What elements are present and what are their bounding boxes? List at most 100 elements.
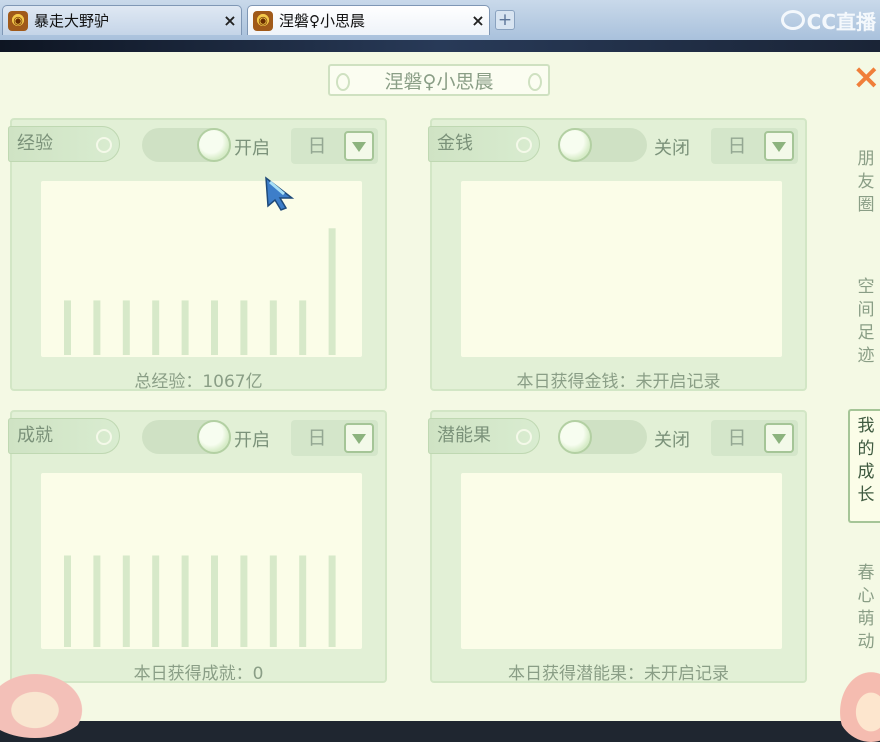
chart-bar	[122, 555, 130, 647]
achievement-bars	[64, 555, 336, 647]
toggle-knob	[558, 128, 592, 162]
chart-bar	[240, 555, 248, 647]
chart-bar	[181, 555, 189, 647]
game-avatar-icon: ◉	[8, 10, 28, 31]
chart-bar	[152, 555, 160, 647]
side-tab-char: 足	[857, 323, 875, 343]
chart-bar	[122, 300, 130, 355]
chart-bar	[328, 228, 336, 355]
exp-toggle-text: 开启	[234, 138, 270, 159]
exp-card: 经验 开启 日 总经验：1067亿	[8, 118, 387, 392]
potential-fruit-bars	[461, 473, 782, 649]
money-chart	[461, 181, 782, 357]
chart-bar	[240, 300, 248, 355]
toggle-knob	[197, 420, 231, 454]
exp-chart	[41, 181, 362, 357]
chart-bar	[269, 555, 277, 647]
cc-live-logo: CC直播	[780, 6, 876, 34]
chevron-down-icon[interactable]	[764, 423, 794, 453]
achievement-toggle-text: 开启	[234, 430, 270, 451]
side-tab-char: 我	[857, 416, 875, 436]
side-tab-char: 圈	[857, 195, 875, 215]
exp-toggle[interactable]	[142, 128, 231, 162]
side-tab-char: 成	[857, 462, 875, 482]
side-tab-char: 长	[857, 485, 875, 505]
exp-card-label: 经验	[8, 126, 120, 162]
tab-close-icon[interactable]: ×	[467, 11, 489, 30]
side-tab-label: 我的成长	[850, 415, 880, 507]
potential-fruit-period-select[interactable]: 日	[711, 420, 798, 456]
exp-period-select[interactable]: 日	[291, 128, 378, 164]
side-tab-char: 朋	[857, 149, 875, 169]
achievement-toggle[interactable]	[142, 420, 231, 454]
chart-bar	[93, 555, 101, 647]
new-tab-button[interactable]: +	[495, 10, 515, 30]
side-tab-label: 朋友圈	[852, 148, 880, 217]
chart-bar	[93, 300, 101, 355]
lotus-decoration	[836, 667, 880, 742]
browser-tab-1[interactable]: ◉ 暴走大野驴 ×	[2, 5, 242, 35]
potential-fruit-toggle-text: 关闭	[654, 430, 690, 451]
side-tab-label: 空间足迹	[852, 276, 880, 368]
chart-bar	[64, 300, 71, 355]
toggle-knob	[197, 128, 231, 162]
achievement-card-label: 成就	[8, 418, 120, 454]
chart-bar	[64, 555, 71, 647]
game-avatar-icon: ◉	[253, 10, 273, 31]
exp-bars	[64, 228, 336, 355]
growth-panel: 涅磐♀小思晨 × 经验 开启 日 总经验：1067亿 金钱 关闭 日 本日获得金…	[0, 52, 880, 742]
money-toggle-text: 关闭	[654, 138, 690, 159]
chevron-down-icon[interactable]	[764, 131, 794, 161]
achievement-card: 成就 开启 日 本日获得成就：0	[8, 410, 387, 684]
achievement-chart	[41, 473, 362, 649]
exp-summary: 总经验：1067亿	[134, 372, 263, 392]
toggle-knob	[558, 420, 592, 454]
potential-fruit-summary: 本日获得潜能果：未开启记录	[508, 664, 729, 684]
side-tab-char: 动	[857, 632, 875, 652]
potential-fruit-chart	[461, 473, 782, 649]
side-tab-char: 心	[857, 586, 875, 606]
side-tab-my-growth[interactable]: 我的成长	[848, 409, 880, 523]
side-tab-char: 空	[857, 277, 875, 297]
money-card: 金钱 关闭 日 本日获得金钱：未开启记录	[428, 118, 807, 392]
side-tab-char: 迹	[857, 346, 875, 366]
side-tab-friends[interactable]: 朋友圈	[852, 148, 880, 217]
chevron-down-icon[interactable]	[344, 423, 374, 453]
browser-tab-bar: ◉ 暴走大野驴 × ◉ 涅磐♀小思晨 × + CC直播	[0, 0, 880, 40]
money-bars	[461, 181, 782, 357]
mouse-cursor-icon	[265, 176, 295, 211]
money-toggle[interactable]	[558, 128, 647, 162]
chart-bar	[299, 300, 307, 355]
side-tab-char: 萌	[857, 609, 875, 629]
money-card-label: 金钱	[428, 126, 540, 162]
money-period-select[interactable]: 日	[711, 128, 798, 164]
tab-title: 暴走大野驴	[34, 12, 110, 30]
chart-bar	[328, 555, 336, 647]
achievement-period-select[interactable]: 日	[291, 420, 378, 456]
chart-bar	[269, 300, 277, 355]
money-period-value: 日	[727, 135, 747, 157]
chart-bar	[181, 300, 189, 355]
side-tab-spring-heart[interactable]: 春心萌动	[852, 562, 880, 654]
chart-bar	[299, 555, 307, 647]
browser-tab-2[interactable]: ◉ 涅磐♀小思晨 ×	[247, 5, 490, 35]
side-tab-space-footprint[interactable]: 空间足迹	[852, 276, 880, 368]
potential-fruit-card: 潜能果 关闭 日 本日获得潜能果：未开启记录	[428, 410, 807, 684]
side-tab-char: 的	[857, 439, 875, 459]
tab-close-icon[interactable]: ×	[219, 11, 241, 30]
tab-title: 涅磐♀小思晨	[279, 12, 365, 30]
potential-fruit-period-value: 日	[727, 427, 747, 449]
brand-text: CC直播	[806, 9, 876, 34]
achievement-period-value: 日	[307, 427, 327, 449]
cc-logo-icon	[780, 10, 805, 30]
chevron-down-icon[interactable]	[344, 131, 374, 161]
panel-close-button[interactable]: ×	[852, 60, 880, 96]
chart-bar	[211, 555, 218, 647]
chart-bar	[152, 300, 160, 355]
potential-fruit-card-label: 潜能果	[428, 418, 540, 454]
money-summary: 本日获得金钱：未开启记录	[516, 372, 721, 392]
side-tab-label: 春心萌动	[852, 562, 880, 654]
potential-fruit-toggle[interactable]	[558, 420, 647, 454]
chart-bar	[211, 300, 218, 355]
exp-period-value: 日	[307, 135, 327, 157]
